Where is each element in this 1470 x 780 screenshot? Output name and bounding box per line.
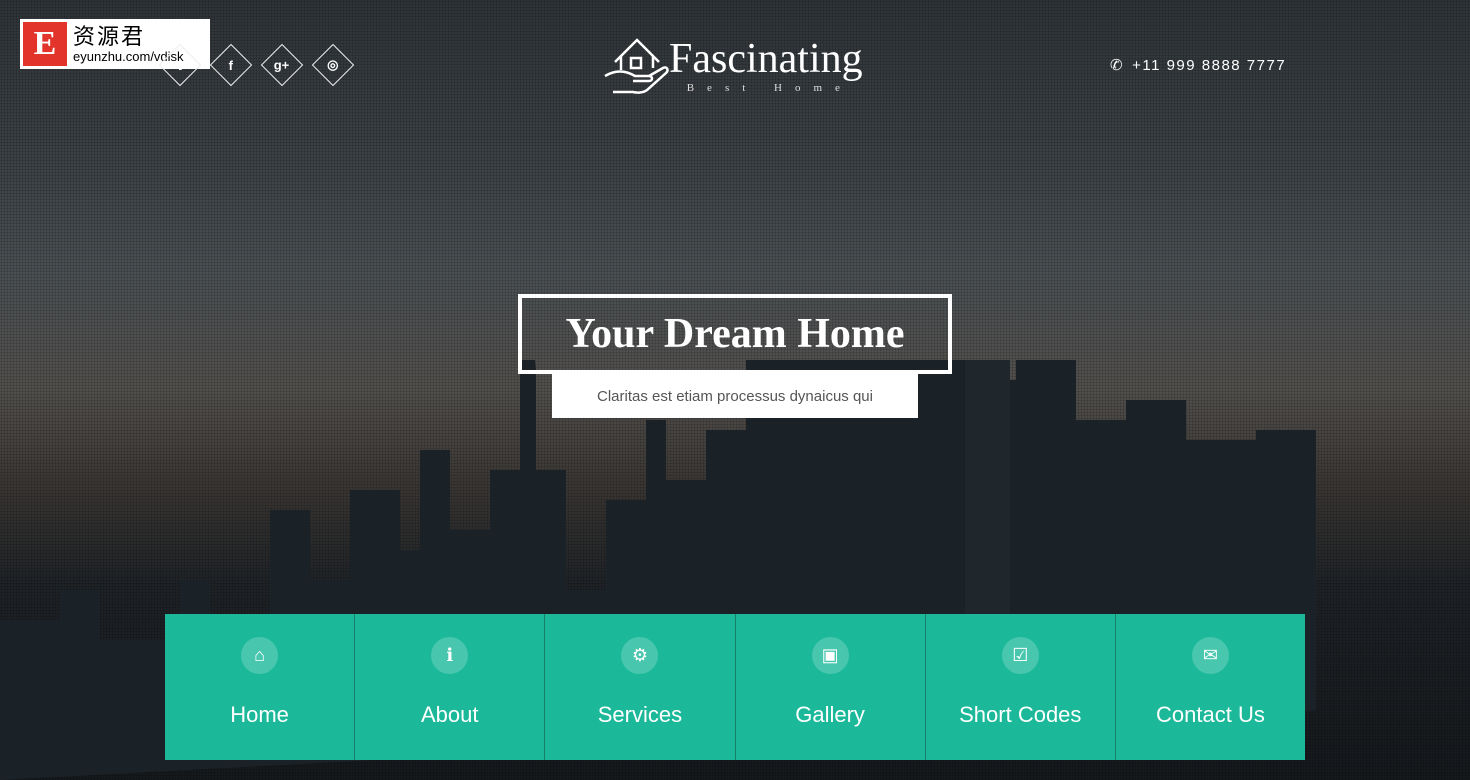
nav-item-short-codes[interactable]: ☑ Short Codes [926,614,1116,760]
nav-label: Services [597,702,683,727]
social-links: t f g+ ◎ [158,43,355,87]
hero-subtitle: Claritas est etiam processus dynaicus qu… [552,374,918,418]
nav-label: About [421,702,479,727]
hero-title-box: Your Dream Home [518,294,952,374]
nav-label: Contact Us [1156,702,1265,727]
nav-item-home[interactable]: ⌂ Home [165,614,356,760]
hero-title: Your Dream Home [565,311,905,357]
facebook-link[interactable]: f [209,43,253,87]
nav-item-contact-us[interactable]: ✉ Contact Us [1116,614,1305,760]
twitter-link[interactable]: t [158,43,202,87]
phone-contact: ✆ +11 999 8888 7777 [1110,56,1287,75]
envelope-icon: ✉ [1191,637,1229,674]
info-icon: ℹ [431,637,469,674]
brand-logo[interactable]: Fascinating Best Home [603,36,863,96]
brand-subtitle: Best Home [686,82,853,94]
gear-icon: ⚙ [621,637,659,674]
nav-label: Gallery [795,702,865,727]
watermark-cn: 资源君 [73,23,146,49]
image-icon: ▣ [811,637,849,674]
dribbble-icon: ◎ [327,57,339,72]
dribbble-link[interactable]: ◎ [311,43,355,87]
main-nav: ⌂ Home ℹ About ⚙ Services ▣ Gallery ☑ Short C… [165,614,1305,760]
home-icon: ⌂ [241,637,279,674]
twitter-icon: t [177,57,183,73]
brand-title: Fascinating [669,36,863,82]
nav-label: Short Codes [959,702,1082,727]
facebook-icon: f [228,57,234,73]
google-plus-link[interactable]: g+ [260,43,304,87]
check-square-icon: ☑ [1001,637,1039,674]
nav-label: Home [230,702,289,727]
phone-icon: ✆ [1110,57,1125,74]
watermark-logo: E [23,22,67,66]
google-plus-icon: g+ [274,57,290,73]
nav-item-services[interactable]: ⚙ Services [545,614,736,760]
phone-number: +11 999 8888 7777 [1132,56,1287,74]
nav-item-gallery[interactable]: ▣ Gallery [736,614,926,760]
house-hand-icon [604,38,669,94]
nav-item-about[interactable]: ℹ About [355,614,546,760]
